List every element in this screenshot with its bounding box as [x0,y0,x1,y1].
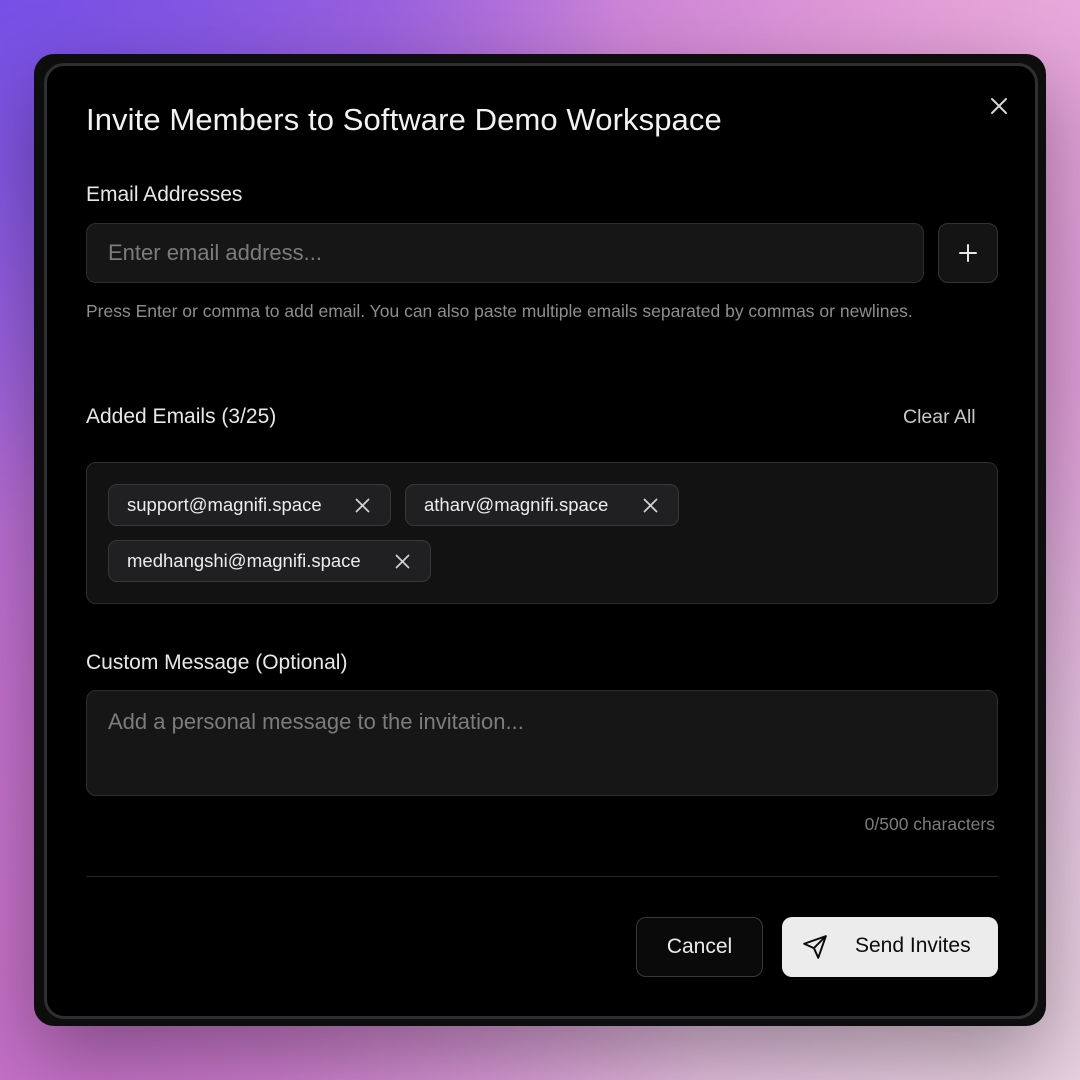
dialog-title: Invite Members to Software Demo Workspac… [86,102,722,137]
email-chip-label: medhangshi@magnifi.space [127,550,361,571]
email-chip-label: atharv@magnifi.space [424,494,609,515]
remove-email-button[interactable] [392,551,412,571]
add-email-button[interactable] [938,223,998,283]
close-icon [643,498,657,512]
email-chip: medhangshi@magnifi.space [108,540,431,582]
plus-icon [959,244,977,262]
clear-all-button[interactable]: Clear All [903,406,976,429]
remove-email-button[interactable] [640,495,660,515]
added-emails-list: support@magnifi.space atharv@magnifi.spa… [86,462,998,604]
email-input[interactable] [86,223,924,283]
footer-divider [86,876,998,877]
remove-email-button[interactable] [352,495,372,515]
send-invites-button[interactable]: Send Invites [782,917,998,977]
send-invites-label: Send Invites [855,934,971,957]
close-icon [355,498,369,512]
send-icon [803,935,827,959]
cancel-button[interactable]: Cancel [636,917,763,977]
custom-message-textarea[interactable] [86,690,998,796]
close-icon [991,98,1007,114]
email-chip-label: support@magnifi.space [127,494,322,515]
custom-message-label: Custom Message (Optional) [86,651,348,674]
email-addresses-label: Email Addresses [86,183,243,206]
invite-members-dialog: Invite Members to Software Demo Workspac… [44,63,1038,1019]
character-counter: 0/500 characters [864,814,995,834]
added-emails-label: Added Emails (3/25) [86,405,277,428]
close-icon [395,554,409,568]
email-chip: support@magnifi.space [108,484,391,526]
cancel-button-label: Cancel [666,935,733,958]
email-helper-text: Press Enter or comma to add email. You c… [86,301,913,321]
close-button[interactable] [987,94,1011,118]
email-chip: atharv@magnifi.space [405,484,679,526]
